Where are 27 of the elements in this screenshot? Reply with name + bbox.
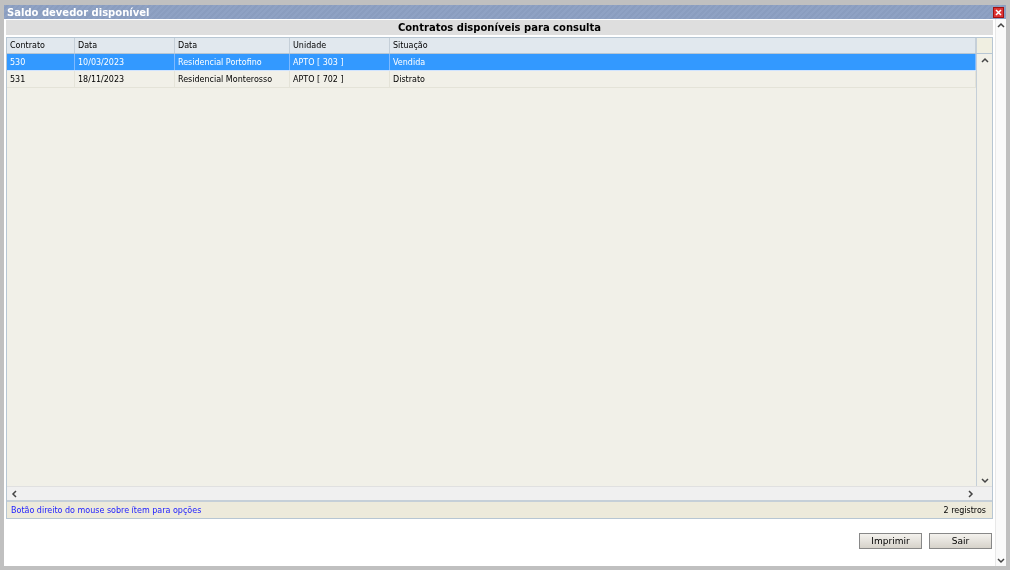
window-title: Saldo devedor disponível: [7, 6, 150, 18]
close-button[interactable]: [993, 6, 1004, 18]
table-cell: APTO [ 303 ]: [290, 54, 390, 70]
action-button[interactable]: Imprimir: [859, 533, 922, 549]
column-header[interactable]: Data: [75, 38, 175, 53]
scroll-left-icon[interactable]: [10, 489, 18, 498]
table-cell: 10/03/2023: [75, 54, 175, 70]
column-header[interactable]: Unidade: [290, 38, 390, 53]
table-row[interactable]: 531 18/11/2023 Residencial Monterosso APTO [ 702 ] Distrato: [7, 71, 976, 88]
table-cell: 530: [7, 54, 75, 70]
status-hint: Botão direito do mouse sobre ítem para opções: [11, 505, 202, 515]
close-icon: [995, 8, 1002, 16]
table-cell: Residencial Portofino: [175, 54, 290, 70]
scroll-down-icon[interactable]: [997, 556, 1005, 564]
column-header[interactable]: Contrato: [7, 38, 75, 53]
column-header[interactable]: Data: [175, 38, 290, 53]
scroll-down-icon[interactable]: [980, 476, 989, 484]
table-cell: 531: [7, 71, 75, 87]
table-cell: Residencial Monterosso: [175, 71, 290, 87]
action-button[interactable]: Sair: [929, 533, 992, 549]
record-count: 2 registros: [943, 505, 986, 515]
scroll-up-icon[interactable]: [997, 21, 1005, 29]
scroll-up-icon[interactable]: [980, 56, 989, 64]
table-cell: APTO [ 702 ]: [290, 71, 390, 87]
column-header[interactable]: Situação: [390, 38, 976, 53]
table-cell: 18/11/2023: [75, 71, 175, 87]
scroll-right-icon[interactable]: [966, 489, 974, 498]
